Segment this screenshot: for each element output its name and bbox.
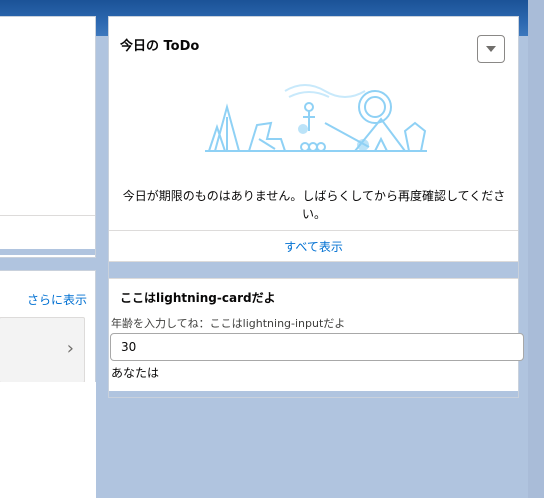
left-panel-background bbox=[0, 382, 96, 498]
todo-menu-button[interactable] bbox=[477, 35, 505, 63]
right-column: 今日の ToDo 今日が期限のものはありません。しばらくしてから再度確認してくだ… bbox=[108, 16, 524, 398]
lightning-card-title: ここはlightning-cardだよ bbox=[120, 291, 276, 305]
show-more-link[interactable]: さらに表示 bbox=[27, 291, 87, 308]
age-input[interactable] bbox=[110, 333, 524, 361]
view-all-link[interactable]: すべて表示 bbox=[109, 238, 518, 255]
chevron-right-icon: › bbox=[66, 338, 74, 359]
result-text: あなたは bbox=[111, 366, 160, 380]
page-right-gutter bbox=[528, 0, 544, 498]
list-item[interactable]: › bbox=[0, 317, 85, 383]
card-divider bbox=[0, 215, 95, 216]
age-input-label: 年齢を入力してね：ここはlightning-inputだよ bbox=[111, 317, 346, 330]
chevron-down-icon bbox=[486, 46, 496, 52]
todo-card-footer: すべて表示 bbox=[109, 230, 518, 262]
empty-state-illustration bbox=[205, 84, 427, 152]
card-bottom-band bbox=[0, 249, 95, 255]
left-card bbox=[0, 16, 96, 258]
todo-card: 今日の ToDo 今日が期限のものはありません。しばらくしてから再度確認してくだ… bbox=[109, 17, 518, 262]
empty-state-message: 今日が期限のものはありません。しばらくしてから再度確認してください。 bbox=[122, 189, 506, 221]
todo-card-title: 今日の ToDo bbox=[120, 39, 200, 54]
left-related-card: さらに表示 › bbox=[0, 270, 96, 384]
lightning-card: ここはlightning-cardだよ 年齢を入力してね：ここはlightnin… bbox=[109, 278, 524, 391]
